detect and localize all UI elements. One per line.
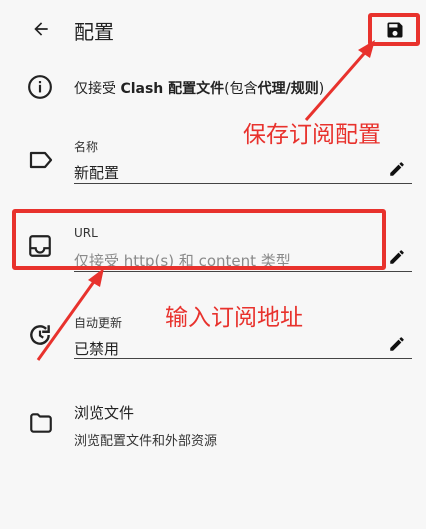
pencil-icon bbox=[390, 337, 404, 351]
edit-name-button[interactable] bbox=[385, 157, 409, 181]
folder-icon bbox=[30, 413, 52, 433]
info-text: 仅接受 Clash 配置文件(包含代理/规则) bbox=[74, 81, 325, 97]
page-title: 配置 bbox=[74, 20, 114, 44]
info-icon bbox=[28, 75, 52, 99]
auto-update-value[interactable]: 已禁用 bbox=[74, 338, 119, 359]
browse-files-subtitle: 浏览配置文件和外部资源 bbox=[74, 434, 218, 449]
name-value[interactable]: 新配置 bbox=[74, 162, 119, 183]
save-highlight-box bbox=[368, 13, 420, 46]
back-button[interactable] bbox=[26, 14, 56, 44]
edit-auto-update-button[interactable] bbox=[385, 332, 409, 356]
name-underline bbox=[74, 183, 412, 184]
profile-page: 配置 仅接受 Clash 配置文件(包含代理/规则) 名称 新配置 URL 仅接… bbox=[0, 0, 426, 529]
url-highlight-box bbox=[12, 209, 386, 270]
browse-files-title[interactable]: 浏览文件 bbox=[74, 402, 134, 423]
name-label: 名称 bbox=[74, 140, 99, 154]
pencil-icon bbox=[390, 162, 404, 176]
auto-update-underline bbox=[74, 358, 412, 359]
save-annotation: 保存订阅配置 bbox=[243, 122, 381, 148]
url-underline bbox=[74, 271, 412, 272]
update-icon bbox=[30, 325, 50, 345]
url-annotation: 输入订阅地址 bbox=[165, 305, 303, 331]
label-icon bbox=[29, 151, 53, 169]
edit-url-button[interactable] bbox=[385, 245, 409, 269]
auto-update-label: 自动更新 bbox=[74, 316, 123, 330]
pencil-icon bbox=[390, 250, 404, 264]
arrow-left-icon bbox=[34, 22, 48, 36]
